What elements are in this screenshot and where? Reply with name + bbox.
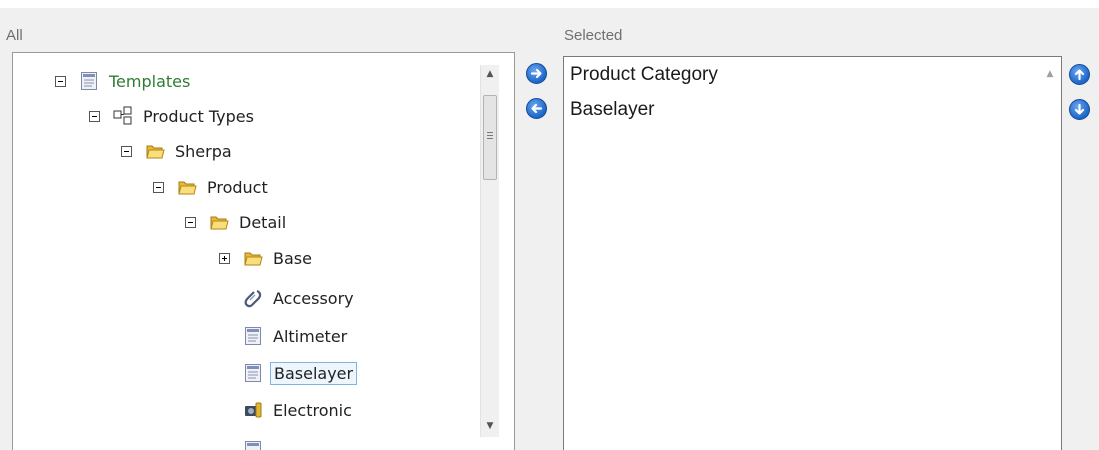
tree-node-electronic[interactable]: Electronic	[243, 395, 355, 425]
hierarchy-icon	[113, 106, 133, 126]
list-item[interactable]: Product Category	[570, 64, 718, 86]
template-doc-icon	[79, 71, 99, 91]
move-up-button[interactable]	[1069, 64, 1090, 85]
scroll-up-arrow-icon[interactable]: ▲	[1041, 65, 1059, 83]
tree-node-altimeter[interactable]: Altimeter	[243, 321, 350, 351]
tree-node-label: Sherpa	[175, 141, 232, 161]
tree-node-label: Base	[273, 248, 312, 268]
collapse-icon[interactable]	[89, 110, 100, 122]
arrow-left-icon	[531, 103, 543, 114]
template-doc-icon	[243, 363, 263, 383]
tree-node-baselayer[interactable]: Baselayer	[243, 358, 358, 388]
tree-node-label: Accessory	[273, 288, 354, 308]
folder-icon	[209, 212, 229, 232]
arrow-right-icon	[530, 68, 542, 79]
template-doc-icon	[243, 440, 263, 450]
electronic-device-icon	[243, 400, 263, 420]
selected-list-panel[interactable]: Product Category Baselayer ▲	[563, 56, 1062, 450]
all-label: All	[6, 27, 23, 44]
arrow-down-icon	[1074, 103, 1085, 115]
tree-node-base[interactable]: Base	[219, 243, 315, 273]
tree-node-label: Templates	[109, 71, 191, 91]
remove-button[interactable]	[526, 98, 547, 119]
selected-label: Selected	[564, 27, 623, 44]
tree-node-sherpa[interactable]: Sherpa	[121, 136, 235, 166]
folder-icon	[177, 177, 197, 197]
tree-node-label: Product Types	[143, 106, 254, 126]
scroll-down-arrow-icon[interactable]: ▼	[481, 417, 499, 435]
arrow-up-icon	[1074, 69, 1085, 81]
tree-node-label: Baselayer	[270, 361, 358, 385]
tree-node-label: Altimeter	[273, 326, 348, 346]
tree-node-label: Product	[207, 177, 268, 197]
tree-node-partial[interactable]	[243, 435, 270, 450]
tree-node-product[interactable]: Product	[153, 172, 271, 202]
collapse-icon[interactable]	[185, 216, 196, 228]
scroll-up-arrow-icon[interactable]: ▲	[481, 65, 499, 83]
tree-node-detail[interactable]: Detail	[185, 207, 289, 237]
tree-node-label: Electronic	[273, 400, 352, 420]
tree-node-accessory[interactable]: Accessory	[243, 283, 357, 313]
tree-scrollbar[interactable]: ▲ ▼	[480, 65, 499, 437]
folder-icon	[145, 141, 165, 161]
scroll-thumb[interactable]	[483, 95, 497, 180]
template-doc-icon	[243, 326, 263, 346]
list-item[interactable]: Baselayer	[570, 99, 655, 121]
tree-node-product-types[interactable]: Product Types	[89, 101, 257, 131]
all-tree-panel[interactable]: Templates Product Types Sherpa Product D…	[12, 52, 515, 450]
collapse-icon[interactable]	[153, 181, 164, 193]
collapse-icon[interactable]	[55, 75, 66, 87]
expand-icon[interactable]	[219, 252, 230, 264]
collapse-icon[interactable]	[121, 145, 132, 157]
tree-node-label: Detail	[239, 212, 287, 232]
top-strip	[0, 0, 1099, 8]
add-button[interactable]	[526, 63, 547, 84]
tree-node-templates[interactable]: Templates	[55, 66, 193, 96]
folder-icon	[243, 248, 263, 268]
move-down-button[interactable]	[1069, 99, 1090, 120]
paperclip-icon	[243, 288, 263, 308]
selected-scrollbar[interactable]: ▲	[1041, 57, 1060, 449]
